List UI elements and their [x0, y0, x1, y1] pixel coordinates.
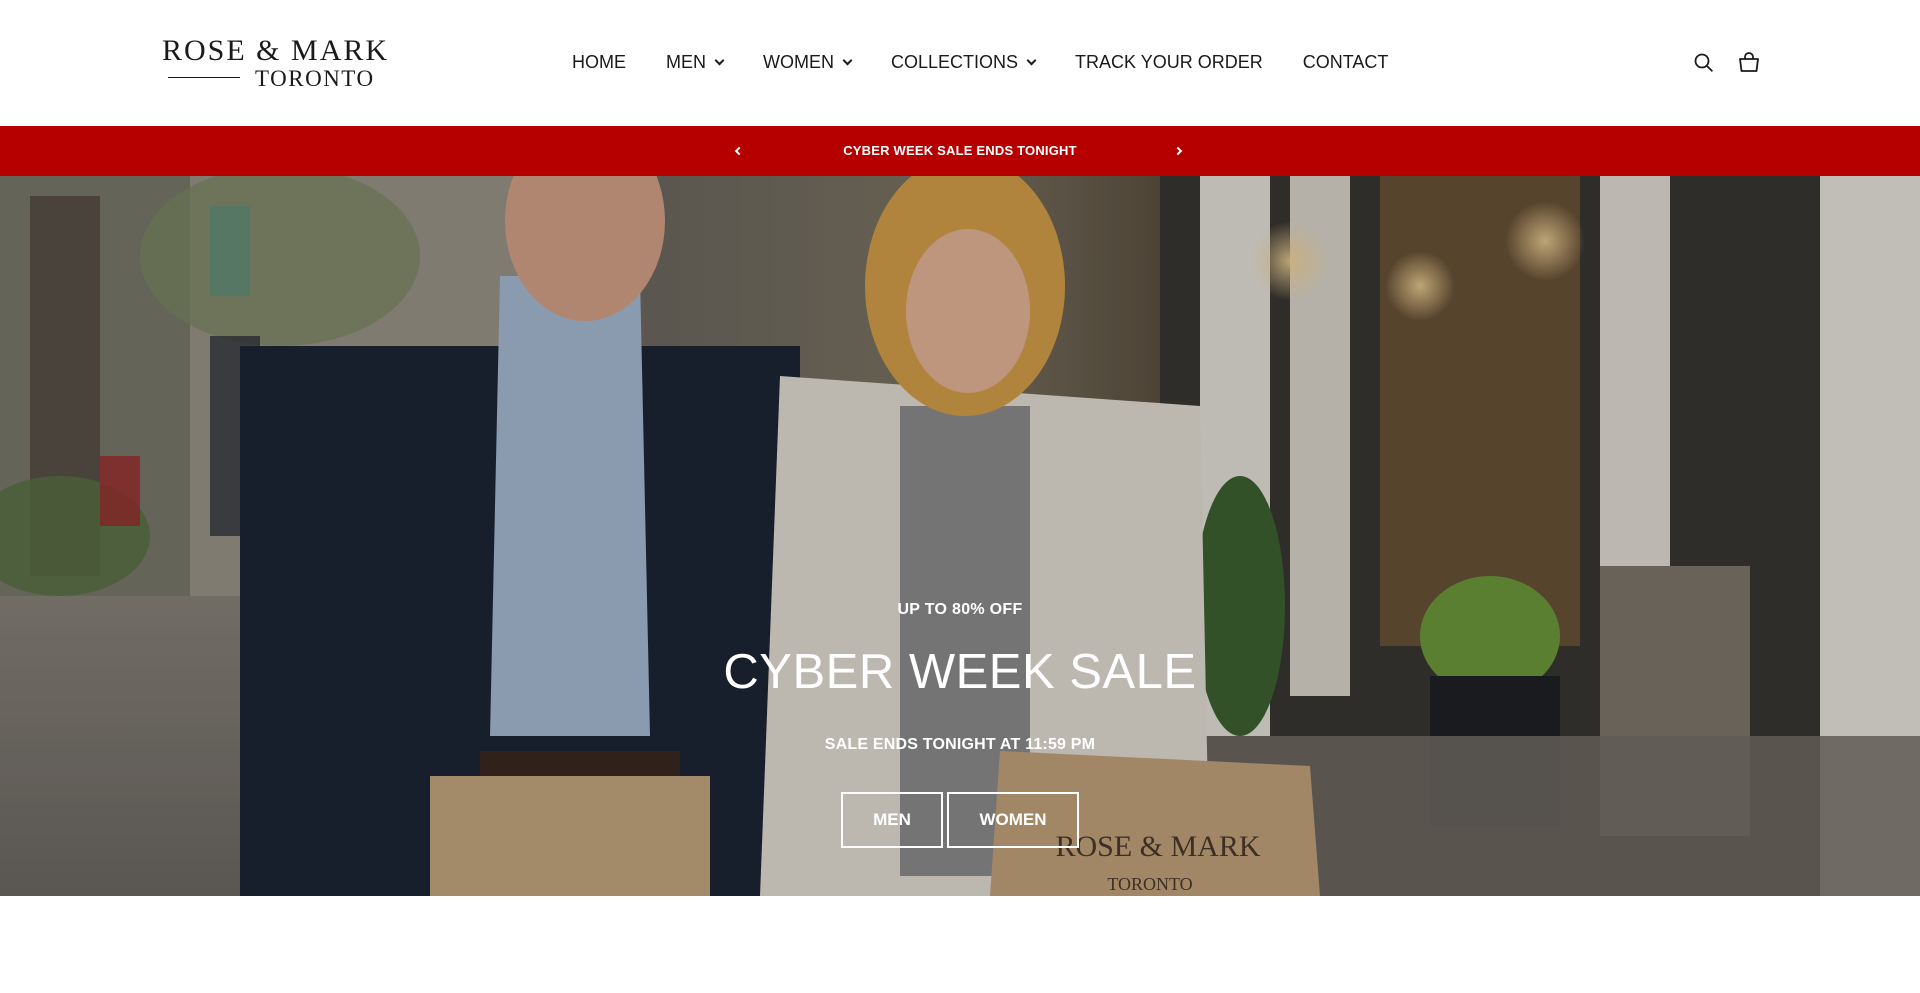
logo-wordmark: ROSE & MARK [162, 34, 390, 67]
nav-contact[interactable]: CONTACT [1303, 52, 1389, 73]
nav-women[interactable]: WOMEN [763, 51, 853, 73]
site-header: ROSE & MARK TORONTO HOME MEN WOMEN COLLE… [0, 0, 1920, 126]
announcement-text: CYBER WEEK SALE ENDS TONIGHT [843, 143, 1077, 158]
search-icon[interactable] [1694, 53, 1713, 72]
nav-collections[interactable]: COLLECTIONS [891, 51, 1037, 73]
logo-rule [168, 77, 240, 78]
nav-track-order[interactable]: TRACK YOUR ORDER [1075, 52, 1263, 73]
chevron-right-icon [1173, 146, 1183, 156]
nav-men[interactable]: MEN [666, 51, 725, 73]
announcement-next-button[interactable] [1172, 141, 1188, 161]
nav-contact-label: CONTACT [1302, 51, 1389, 72]
hero-eyebrow: UP TO 80% OFF [897, 601, 1023, 618]
nav-women-label: WOMEN [763, 51, 834, 72]
chevron-down-icon [1026, 55, 1037, 65]
main-nav: HOME MEN WOMEN COLLECTIONS TRACK YOUR OR… [572, 50, 1388, 74]
logo[interactable]: ROSE & MARK TORONTO [162, 34, 390, 92]
chevron-down-icon [714, 55, 725, 65]
chevron-down-icon [842, 55, 853, 65]
shop-women-button[interactable]: WOMEN [947, 792, 1079, 848]
hero-content: UP TO 80% OFF CYBER WEEK SALE SALE ENDS … [0, 176, 1920, 896]
nav-track-order-label: TRACK YOUR ORDER [1075, 51, 1263, 72]
nav-collections-label: COLLECTIONS [891, 51, 1019, 72]
shop-men-button[interactable]: MEN [841, 792, 943, 848]
hero-title: CYBER WEEK SALE [723, 645, 1197, 699]
hero-banner: ROSE & MARK TORONTO UP TO 80% OFF CYBER … [0, 176, 1920, 896]
cart-icon[interactable] [1738, 51, 1760, 73]
hero-subtitle: SALE ENDS TONIGHT AT 11:59 PM [824, 736, 1096, 753]
nav-home[interactable]: HOME [572, 52, 626, 73]
nav-home-label: HOME [572, 51, 626, 72]
announcement-bar: CYBER WEEK SALE ENDS TONIGHT [0, 126, 1920, 176]
logo-city: TORONTO [255, 66, 375, 91]
nav-men-label: MEN [666, 51, 706, 72]
